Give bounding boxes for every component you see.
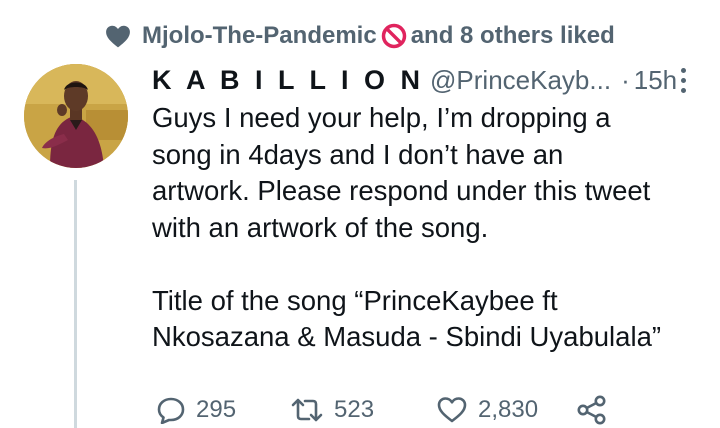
separator-dot: · — [621, 64, 630, 95]
heart-icon — [104, 22, 132, 50]
social-context-text: Mjolo-The-Pandemic and 8 others liked — [142, 22, 615, 50]
like-button[interactable]: 2,830 — [436, 396, 576, 424]
tweet-header: K A B I L L I O N @PrinceKayb... · 15h — [152, 60, 704, 100]
retweet-count: 523 — [334, 396, 375, 423]
liked-suffix: and 8 others liked — [410, 22, 615, 49]
avatar-photo — [24, 64, 128, 168]
social-context[interactable]: Mjolo-The-Pandemic and 8 others liked — [104, 16, 615, 56]
share-icon — [576, 395, 608, 425]
display-name[interactable]: K A B I L L I O N — [152, 65, 424, 96]
share-button[interactable] — [576, 395, 608, 425]
prohibited-icon — [381, 23, 407, 49]
reply-count: 295 — [196, 396, 237, 423]
like-count: 2,830 — [478, 396, 539, 423]
avatar[interactable] — [24, 64, 128, 168]
tweet-actions: 295 523 2,830 — [156, 392, 608, 428]
tweet-text: Guys I need your help, I’m dropping a so… — [152, 102, 662, 352]
like-icon — [436, 396, 468, 424]
reply-icon — [156, 396, 186, 424]
more-icon[interactable] — [668, 64, 698, 96]
retweet-icon — [290, 397, 324, 423]
liker-name[interactable]: Mjolo-The-Pandemic — [142, 22, 377, 50]
user-handle[interactable]: @PrinceKayb... — [430, 65, 611, 96]
reply-button[interactable]: 295 — [156, 396, 290, 424]
retweet-button[interactable]: 523 — [290, 396, 436, 424]
thread-line — [74, 180, 77, 428]
